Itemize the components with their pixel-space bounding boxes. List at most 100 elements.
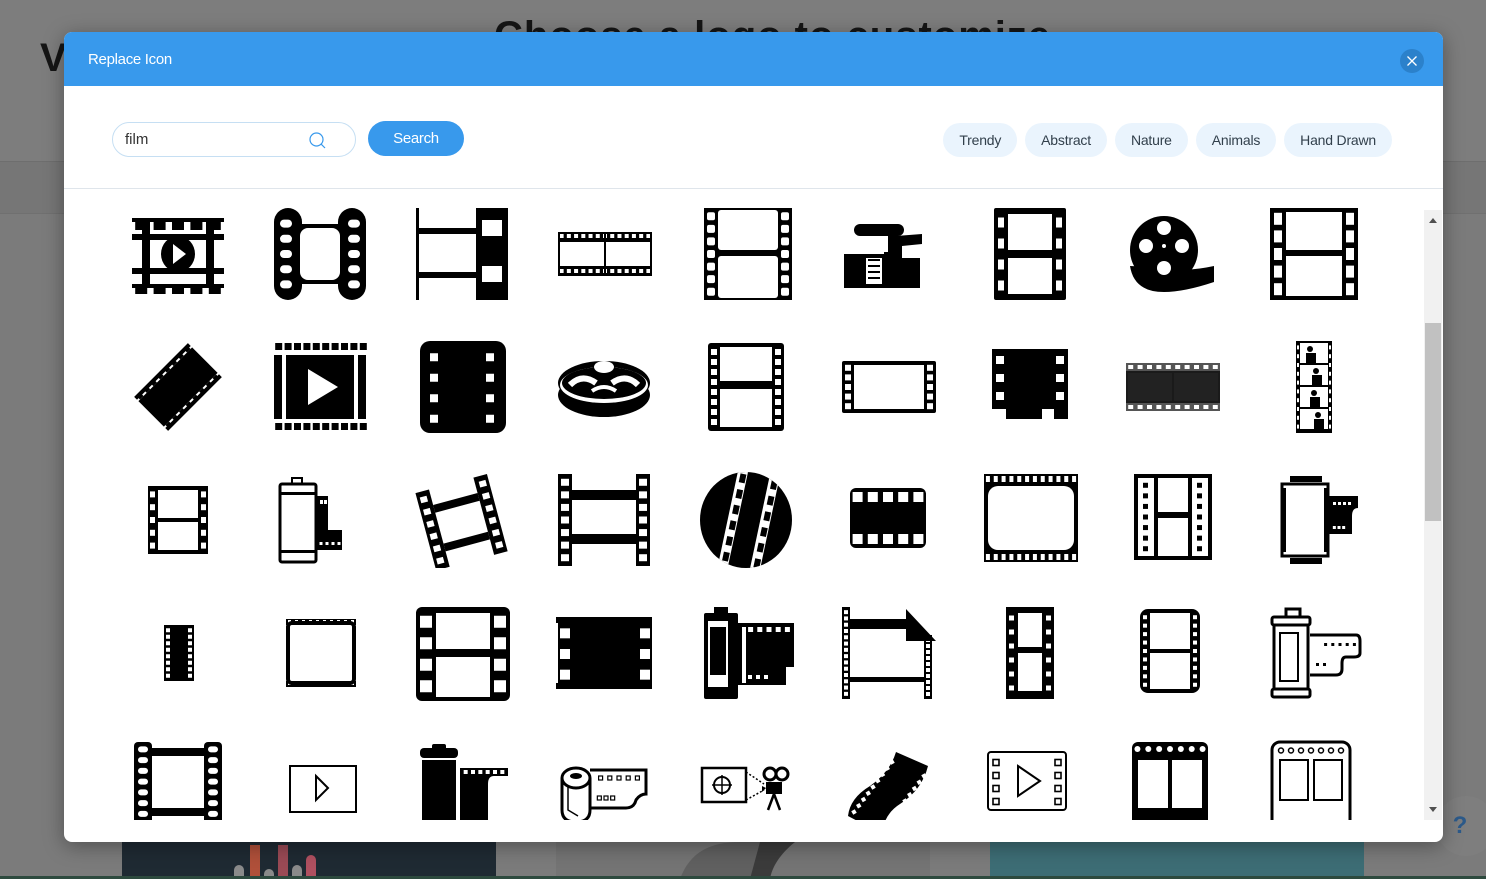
icon-result[interactable] (556, 472, 652, 568)
film-slide-frame-icon (286, 619, 356, 687)
icon-result[interactable] (1124, 605, 1220, 701)
icon-result[interactable] (272, 738, 368, 820)
film-frame-play-icon (132, 218, 224, 294)
icon-result[interactable] (272, 605, 368, 701)
search-button[interactable]: Search (368, 121, 464, 156)
icon-result[interactable] (1124, 339, 1220, 435)
scroll-down-arrow-icon[interactable] (1429, 807, 1437, 812)
icon-result[interactable] (698, 605, 794, 701)
film-canister-solid-icon (420, 744, 508, 820)
icon-result[interactable] (1266, 738, 1362, 820)
category-chip-abstract[interactable]: Abstract (1025, 123, 1107, 157)
icon-result[interactable] (982, 738, 1078, 820)
icon-result[interactable] (1266, 605, 1362, 701)
icon-result[interactable] (840, 605, 936, 701)
film-mini-strip-icon (164, 625, 194, 681)
results-scrollbar[interactable] (1424, 210, 1442, 820)
icon-result[interactable] (414, 472, 510, 568)
icon-result[interactable] (1124, 206, 1220, 302)
icon-result[interactable] (1124, 738, 1220, 820)
icon-result[interactable] (414, 738, 510, 820)
icon-result[interactable] (840, 472, 936, 568)
icon-result[interactable] (982, 605, 1078, 701)
film-negative-dark-icon (1126, 363, 1220, 411)
icon-result[interactable] (982, 206, 1078, 302)
icon-result[interactable] (130, 339, 226, 435)
icon-result[interactable] (698, 472, 794, 568)
icon-result[interactable] (840, 339, 936, 435)
film-strip-rounded-outline-icon (1140, 609, 1200, 693)
icon-result[interactable] (130, 605, 226, 701)
close-icon (1407, 56, 1417, 66)
film-strip-square-icon (1270, 208, 1358, 300)
icon-results-grid (130, 206, 1362, 820)
search-icon[interactable] (308, 131, 328, 151)
icon-results-area (64, 190, 1443, 820)
icon-result[interactable] (1266, 472, 1362, 568)
search-field[interactable] (112, 122, 356, 157)
film-strip-tilted-icon (415, 473, 508, 568)
film-canister-icon (278, 477, 342, 564)
video-file-play-icon (987, 751, 1067, 811)
category-chip-nature[interactable]: Nature (1114, 123, 1188, 157)
film-strip-two-frames-icon (704, 208, 792, 300)
icon-result[interactable] (272, 339, 368, 435)
close-button[interactable] (1400, 49, 1424, 73)
help-button[interactable]: ? (1436, 796, 1486, 856)
film-cartridge-bold-icon (704, 607, 794, 699)
video-camera-icon (844, 224, 922, 288)
film-strip-half-icon (416, 208, 508, 300)
icon-result[interactable] (1124, 472, 1220, 568)
icon-result[interactable] (982, 472, 1078, 568)
category-chip-animals[interactable]: Animals (1195, 123, 1277, 157)
film-play-small-icon (289, 756, 357, 819)
icon-result[interactable] (840, 206, 936, 302)
icon-result[interactable] (698, 206, 794, 302)
icon-result[interactable] (698, 738, 794, 820)
film-solid-frame-icon (556, 617, 652, 689)
icon-result[interactable] (556, 339, 652, 435)
film-strip-curl-icon (842, 607, 936, 699)
icon-result[interactable] (556, 738, 652, 820)
film-roll-outline-icon (1270, 607, 1362, 699)
icon-result[interactable] (1266, 339, 1362, 435)
category-chip-hand-drawn[interactable]: Hand Drawn (1284, 123, 1392, 157)
icon-result[interactable] (982, 339, 1078, 435)
icon-result[interactable] (1266, 206, 1362, 302)
icon-result[interactable] (556, 605, 652, 701)
icon-result[interactable] (414, 339, 510, 435)
film-strip-rounded-icon (274, 208, 366, 300)
film-landscape-frame-icon (842, 361, 936, 413)
scrollbar-thumb[interactable] (1425, 323, 1441, 521)
icon-result[interactable] (698, 339, 794, 435)
film-wide-rounded-icon (984, 474, 1078, 562)
film-reel-3d-icon (558, 361, 650, 417)
icon-result[interactable] (130, 472, 226, 568)
icon-result[interactable] (272, 472, 368, 568)
scroll-up-arrow-icon[interactable] (1429, 218, 1437, 223)
icon-result[interactable] (556, 206, 652, 302)
film-strip-wave-icon (848, 752, 928, 820)
icon-result[interactable] (414, 206, 510, 302)
film-roll-cartridge-icon (1280, 476, 1358, 564)
icon-result[interactable] (414, 605, 510, 701)
film-strip-outline-icon (708, 343, 784, 431)
background-logo-card (990, 842, 1364, 879)
film-single-frame-icon (558, 474, 650, 566)
film-strip-tall-icon (1006, 607, 1054, 699)
icon-result[interactable] (840, 738, 936, 820)
film-solid-cutout-icon (992, 349, 1068, 419)
modal-title: Replace Icon (88, 50, 172, 68)
film-roll-open-icon (560, 766, 648, 820)
icon-result[interactable] (130, 206, 226, 302)
icon-result[interactable] (272, 206, 368, 302)
search-input[interactable] (125, 131, 305, 148)
film-two-frames-outline-icon (1270, 740, 1352, 820)
category-chip-trendy[interactable]: Trendy (943, 123, 1018, 157)
background-swoosh-shape (680, 842, 795, 879)
category-chips: Trendy Abstract Nature Animals Hand Draw… (943, 123, 1392, 157)
film-two-frames-solid-icon (1132, 742, 1208, 820)
icon-result[interactable] (130, 738, 226, 820)
replace-icon-modal: Replace Icon Search Trendy Abstract Natu… (64, 32, 1443, 842)
film-rounded-solid-icon (850, 488, 926, 548)
